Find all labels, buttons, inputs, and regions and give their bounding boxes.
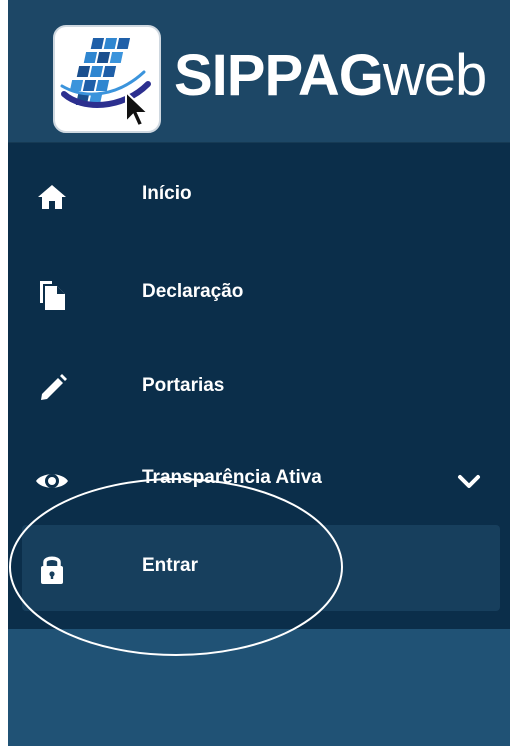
nav-item-label: Declaração (142, 281, 244, 302)
sippag-logo-icon[interactable] (52, 24, 162, 134)
brand-name-light: web (382, 43, 487, 108)
nav-item-label: Entrar (142, 555, 198, 576)
nav-item-label: Transparência Ativa (142, 467, 322, 488)
sidebar-footer (8, 629, 510, 746)
nav-item-transparencia-ativa[interactable]: Transparência Ativa (8, 433, 510, 525)
eye-icon (36, 474, 68, 488)
lock-icon (41, 556, 63, 584)
sidebar: SIPPAGweb Início Declaração Portarias Tr… (8, 0, 510, 746)
nav-item-portarias[interactable]: Portarias (8, 341, 510, 433)
nav-item-label: Início (142, 183, 192, 204)
brand-name-bold: SIPPAG (174, 43, 384, 108)
nav-item-declaracao[interactable]: Declaração (8, 247, 510, 339)
nav-item-label: Portarias (142, 375, 225, 396)
sidebar-nav: Início Declaração Portarias Transparênci… (8, 143, 510, 629)
nav-item-entrar[interactable]: Entrar (22, 525, 500, 611)
chevron-down-icon[interactable] (456, 471, 482, 491)
sidebar-header: SIPPAGweb (8, 0, 510, 143)
home-icon (38, 185, 66, 209)
nav-item-inicio[interactable]: Início (8, 149, 510, 241)
documents-icon (40, 281, 65, 310)
brand-name[interactable]: SIPPAGweb (174, 42, 487, 109)
pencil-icon (41, 374, 67, 400)
